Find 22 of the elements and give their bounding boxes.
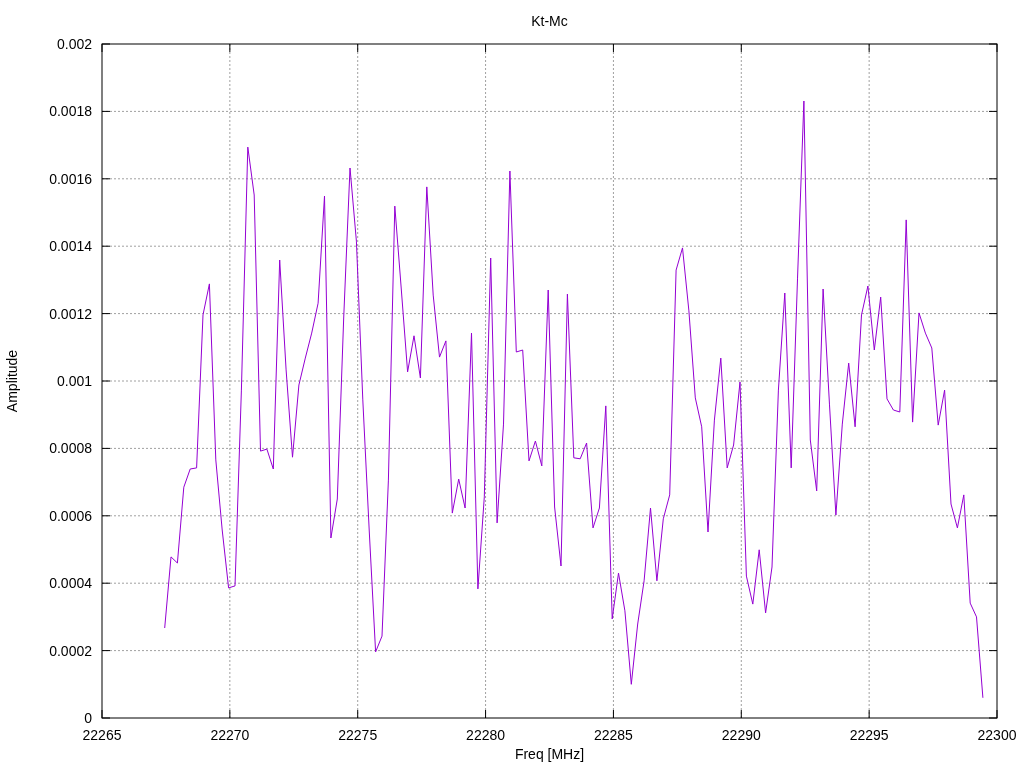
tick-label: 0.0004 <box>49 575 92 592</box>
tick-label: 22265 <box>82 727 122 743</box>
tick-label: 0 <box>84 710 92 726</box>
tick-label: 0.0002 <box>49 642 92 659</box>
tick-label: 22285 <box>593 727 633 743</box>
axis-label: Freq [MHz] <box>514 746 585 762</box>
tick-label: 22270 <box>210 727 250 743</box>
tick-label: 22275 <box>338 727 378 743</box>
chart-title: Kt-Mc <box>531 13 568 29</box>
tick-label: 0.0018 <box>49 103 92 120</box>
tick-label: 0.0006 <box>49 507 92 524</box>
tick-label: 0.0016 <box>49 170 92 187</box>
tick-label: 0.0008 <box>49 440 92 457</box>
tick-label: 0.0012 <box>49 305 92 322</box>
tick-label: 0.001 <box>56 373 92 389</box>
tick-label: 22300 <box>977 727 1017 743</box>
axis-label: Amplitude <box>4 349 20 413</box>
tick-label: 0.0014 <box>49 238 92 255</box>
tick-label: 0.002 <box>56 36 92 52</box>
tick-label: 22280 <box>466 727 506 743</box>
tick-label: 22295 <box>849 727 889 743</box>
tick-label: 22290 <box>721 727 761 743</box>
